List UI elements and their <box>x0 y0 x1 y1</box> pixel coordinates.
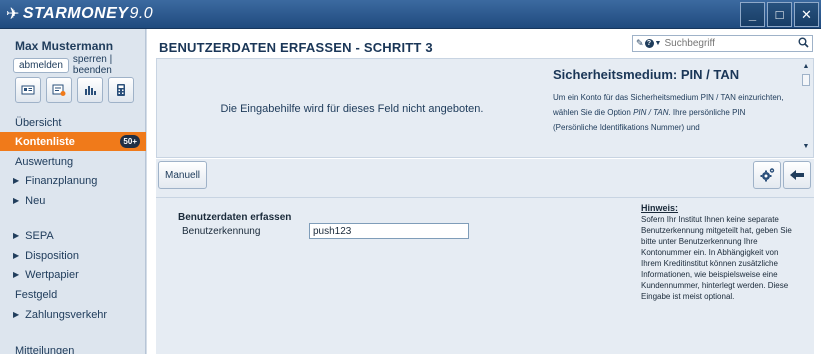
sidebar-item-label: Mitteilungen <box>15 344 75 354</box>
scroll-up-icon[interactable]: ▲ <box>801 63 811 73</box>
user-id-label: Benutzerkennung <box>182 226 261 237</box>
search-scope-dropdown[interactable]: ✎ ? ▼ <box>633 38 664 49</box>
sidebar-item-auswertung[interactable]: Auswertung <box>0 152 146 171</box>
help-topic: Sicherheitsmedium: PIN / TAN Um ein Kont… <box>553 67 791 135</box>
title-bar: ✈ STARMONEY 9.0 _ □ ✕ <box>0 0 821 29</box>
tool-icon-bar <box>15 77 134 103</box>
hint-box: Hinweis: Sofern Ihr Institut Ihnen keine… <box>641 203 801 302</box>
form-panel: Benutzerdaten erfassen Benutzerkennung H… <box>156 197 814 354</box>
expand-arrow-icon: ▶ <box>13 310 20 319</box>
bar-chart-icon[interactable] <box>77 77 103 103</box>
expand-arrow-icon: ▶ <box>13 176 20 185</box>
sidebar-item-disposition[interactable]: ▶ Disposition <box>0 246 146 265</box>
logo-version: 9.0 <box>129 5 154 22</box>
settings-button[interactable] <box>753 161 781 189</box>
sidebar-item-label: Übersicht <box>15 116 62 129</box>
main-content: BENUTZERDATEN ERFASSEN - SCHRITT 3 ✎ ? ▼… <box>147 29 821 354</box>
back-button[interactable] <box>783 161 811 189</box>
calculator-icon[interactable] <box>108 77 134 103</box>
sidebar-item-festgeld[interactable]: Festgeld <box>0 285 146 304</box>
help-scrollbar[interactable]: ▲ ▼ <box>801 63 811 153</box>
maximize-button[interactable]: □ <box>767 2 792 27</box>
chevron-down-icon: ▼ <box>654 40 662 47</box>
sidebar-item-wertpapier[interactable]: ▶ Wertpapier <box>0 265 146 284</box>
user-id-field[interactable] <box>309 223 469 239</box>
count-badge: 50+ <box>120 135 140 148</box>
scroll-down-icon[interactable]: ▼ <box>801 143 811 153</box>
help-topic-text: Um ein Konto für das Sicherheitsmedium P… <box>553 90 791 135</box>
search-scope-icon: ✎ <box>636 38 644 48</box>
expand-arrow-icon: ▶ <box>13 196 20 205</box>
sidebar-item-label: Disposition <box>25 249 79 262</box>
gears-icon <box>760 168 775 182</box>
arrow-left-icon <box>790 170 804 180</box>
username: Max Mustermann <box>15 39 114 53</box>
starmoney-logo-icon: ✈ <box>6 6 20 23</box>
sidebar-item-label: Zahlungsverkehr <box>25 308 108 321</box>
transfer-form-icon[interactable] <box>46 77 72 103</box>
sidebar-item-label: Festgeld <box>15 288 58 301</box>
hint-title: Hinweis: <box>641 203 679 213</box>
input-help-message: Die Eingabehilfe wird für dieses Feld ni… <box>220 103 484 115</box>
expand-arrow-icon: ▶ <box>13 270 20 279</box>
sidebar-item-label: Wertpapier <box>25 268 79 281</box>
close-button[interactable]: ✕ <box>794 2 819 27</box>
expand-arrow-icon: ▶ <box>13 251 20 260</box>
sidebar-item-finanzplanung[interactable]: ▶ Finanzplanung <box>0 171 146 190</box>
sidebar-item-sepa[interactable]: ▶ SEPA <box>0 226 146 245</box>
address-card-icon[interactable] <box>15 77 41 103</box>
help-text-emphasis: PIN / TAN <box>633 108 669 117</box>
search-box: ✎ ? ▼ <box>632 35 813 52</box>
sidebar-item-label: Neu <box>25 194 46 207</box>
sidebar: Max Mustermann abmelden sperren | beende… <box>0 29 146 354</box>
sidebar-item-neu[interactable]: ▶ Neu <box>0 191 146 210</box>
sidebar-item-label: Finanzplanung <box>25 174 98 187</box>
logout-button[interactable]: abmelden <box>13 57 69 73</box>
search-input[interactable] <box>664 38 775 49</box>
lock-quit-link[interactable]: sperren | beenden <box>73 54 145 76</box>
sidebar-item-label: Kontenliste <box>15 135 75 148</box>
manual-button[interactable]: Manuell <box>158 161 208 189</box>
account-actions: abmelden sperren | beenden <box>13 54 145 76</box>
starmoney-logo: ✈ STARMONEY 9.0 <box>6 4 153 24</box>
page-title: BENUTZERDATEN ERFASSEN - SCHRITT 3 <box>159 40 433 55</box>
sidebar-item-mitteilungen[interactable]: Mitteilungen <box>0 341 146 354</box>
sidebar-item-uebersicht[interactable]: Übersicht <box>0 113 146 132</box>
help-circle-icon: ? <box>644 39 654 48</box>
hint-text: Sofern Ihr Institut Ihnen keine separate… <box>641 215 792 301</box>
window-controls: _ □ ✕ <box>740 2 819 27</box>
input-help-panel: Die Eingabehilfe wird für dieses Feld ni… <box>156 58 814 173</box>
form-heading: Benutzerdaten erfassen <box>178 212 292 223</box>
help-topic-title: Sicherheitsmedium: PIN / TAN <box>553 67 740 82</box>
minimize-button[interactable]: _ <box>740 2 765 27</box>
sidebar-item-label: SEPA <box>25 229 54 242</box>
sidebar-item-kontenliste[interactable]: Kontenliste 50+ <box>0 132 146 151</box>
logo-brand: STARMONEY <box>22 5 129 22</box>
expand-arrow-icon: ▶ <box>13 231 20 240</box>
sidebar-item-zahlungsverkehr[interactable]: ▶ Zahlungsverkehr <box>0 305 146 324</box>
action-toolbar: Manuell <box>156 159 814 197</box>
sidebar-item-label: Auswertung <box>15 155 74 168</box>
search-icon[interactable] <box>798 37 809 51</box>
scroll-thumb[interactable] <box>802 74 810 86</box>
